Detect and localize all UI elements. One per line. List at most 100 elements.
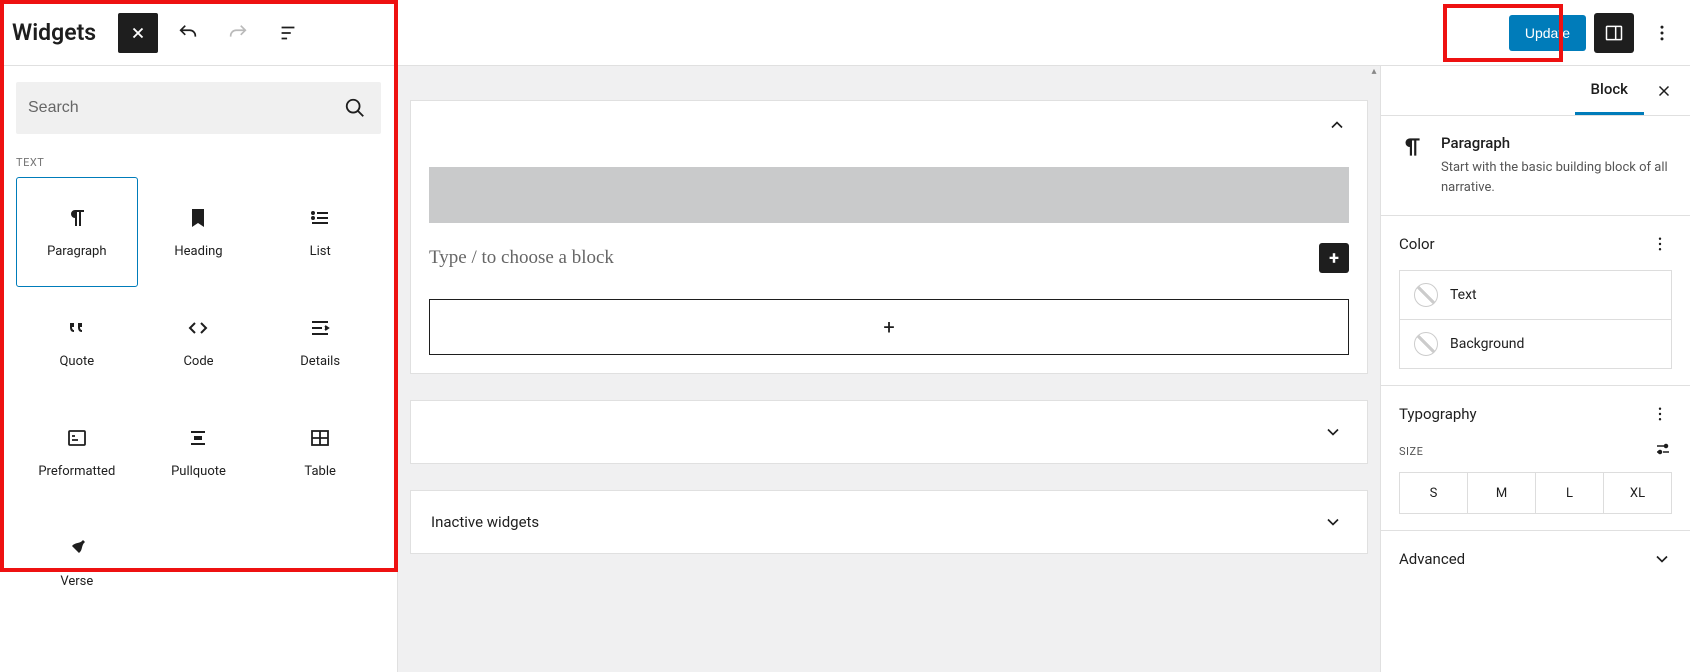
block-item-label: Table [304, 464, 335, 479]
list-icon [308, 206, 332, 230]
table-icon [308, 426, 332, 450]
search-input[interactable] [28, 99, 341, 117]
paragraph-placeholder-text[interactable]: Type / to choose a block [429, 247, 1305, 269]
text-color-swatch [1414, 283, 1438, 307]
chevron-down-icon [1323, 422, 1343, 442]
widget-area-header [411, 101, 1367, 149]
paragraph-row: Type / to choose a block + [429, 243, 1349, 273]
block-description: Start with the basic building block of a… [1441, 158, 1672, 197]
list-view-icon [277, 22, 299, 44]
settings-toggle-button[interactable] [1594, 13, 1634, 53]
page-title: Widgets [12, 19, 96, 46]
advanced-panel-title: Advanced [1399, 550, 1465, 568]
paragraph-icon [1399, 134, 1427, 162]
code-icon [186, 316, 210, 340]
editor-canvas[interactable]: ▴ Type / to choose a block + + [398, 66, 1380, 672]
more-vertical-icon [1651, 235, 1669, 253]
size-l-button[interactable]: L [1535, 473, 1603, 513]
options-button[interactable] [1642, 13, 1682, 53]
block-inserter: TEXT ParagraphHeadingListQuoteCodeDetail… [0, 66, 398, 672]
sliders-icon [1654, 440, 1672, 458]
color-panel-menu[interactable] [1648, 232, 1672, 256]
block-item-bookmark[interactable]: Heading [138, 177, 260, 287]
main: TEXT ParagraphHeadingListQuoteCodeDetail… [0, 66, 1690, 672]
block-item-label: Quote [59, 354, 94, 369]
redo-button[interactable] [218, 13, 258, 53]
settings-tabs: Block [1381, 66, 1690, 116]
widget-area-collapsed[interactable] [410, 400, 1368, 464]
expand-inactive-toggle[interactable] [1319, 508, 1347, 536]
close-inserter-button[interactable] [118, 13, 158, 53]
details-icon [308, 316, 332, 340]
size-buttons: SMLXL [1399, 472, 1672, 514]
topbar-right: Update [1509, 13, 1682, 53]
update-button[interactable]: Update [1509, 15, 1586, 51]
block-item-preformatted[interactable]: Preformatted [16, 397, 138, 507]
undo-button[interactable] [168, 13, 208, 53]
block-appender[interactable]: + [429, 299, 1349, 355]
search-field-wrap [16, 82, 381, 134]
size-s-button[interactable]: S [1400, 473, 1467, 513]
quote-icon [65, 316, 89, 340]
tab-block[interactable]: Block [1575, 66, 1644, 115]
block-item-paragraph[interactable]: Paragraph [16, 177, 138, 287]
chevron-down-icon [1323, 512, 1343, 532]
bookmark-icon [186, 206, 210, 230]
more-vertical-icon [1652, 23, 1672, 43]
size-row-header: SIZE [1399, 440, 1672, 462]
settings-sidebar: Block Paragraph Start with the basic bui… [1380, 66, 1690, 672]
block-item-label: Heading [174, 244, 222, 259]
color-panel-header: Color [1399, 232, 1672, 256]
block-item-label: List [310, 244, 331, 259]
close-settings-button[interactable] [1644, 71, 1684, 111]
chevron-up-icon [1327, 115, 1347, 135]
topbar-left: Widgets [12, 13, 308, 53]
text-color-row[interactable]: Text [1399, 270, 1672, 320]
block-item-quote[interactable]: Quote [16, 287, 138, 397]
scroll-up-hint: ▴ [1368, 66, 1380, 122]
close-icon [129, 24, 147, 42]
size-label: SIZE [1399, 445, 1423, 458]
chevron-down-icon [1652, 549, 1672, 569]
block-item-list[interactable]: List [259, 177, 381, 287]
preformatted-icon [65, 426, 89, 450]
typography-panel: Typography SIZE SMLXL [1381, 386, 1690, 531]
block-item-verse[interactable]: Verse [16, 507, 138, 617]
block-name: Paragraph [1441, 134, 1672, 152]
typography-panel-menu[interactable] [1648, 402, 1672, 426]
block-item-label: Pullquote [171, 464, 226, 479]
size-settings-button[interactable] [1654, 440, 1672, 462]
block-item-pullquote[interactable]: Pullquote [138, 397, 260, 507]
inactive-widgets-label: Inactive widgets [431, 513, 539, 531]
close-icon [1655, 82, 1673, 100]
block-item-details[interactable]: Details [259, 287, 381, 397]
add-block-inline-button[interactable]: + [1319, 243, 1349, 273]
pullquote-icon [186, 426, 210, 450]
selected-block-placeholder[interactable] [429, 167, 1349, 223]
block-card: Paragraph Start with the basic building … [1381, 116, 1690, 216]
sidebar-icon [1604, 23, 1624, 43]
typography-panel-title: Typography [1399, 405, 1477, 423]
document-overview-button[interactable] [268, 13, 308, 53]
block-card-text: Paragraph Start with the basic building … [1441, 134, 1672, 197]
expand-toggle[interactable] [1319, 418, 1347, 446]
advanced-panel[interactable]: Advanced [1381, 531, 1690, 587]
background-color-swatch [1414, 332, 1438, 356]
block-item-code[interactable]: Code [138, 287, 260, 397]
undo-icon [177, 22, 199, 44]
block-item-label: Paragraph [47, 244, 106, 259]
plus-icon: + [883, 315, 894, 339]
block-item-label: Code [183, 354, 213, 369]
block-item-table[interactable]: Table [259, 397, 381, 507]
block-item-label: Preformatted [38, 464, 115, 479]
color-panel: Color Text Background [1381, 216, 1690, 386]
background-color-row[interactable]: Background [1399, 320, 1672, 369]
color-panel-title: Color [1399, 235, 1435, 253]
widget-area-body: Type / to choose a block + + [411, 149, 1367, 373]
text-color-label: Text [1450, 287, 1477, 303]
size-xl-button[interactable]: XL [1603, 473, 1671, 513]
inactive-widgets-area[interactable]: Inactive widgets [410, 490, 1368, 554]
block-grid: Paragraph Heading List Quote Code Details Pref… [16, 177, 381, 617]
collapse-toggle[interactable] [1323, 111, 1351, 139]
size-m-button[interactable]: M [1467, 473, 1535, 513]
